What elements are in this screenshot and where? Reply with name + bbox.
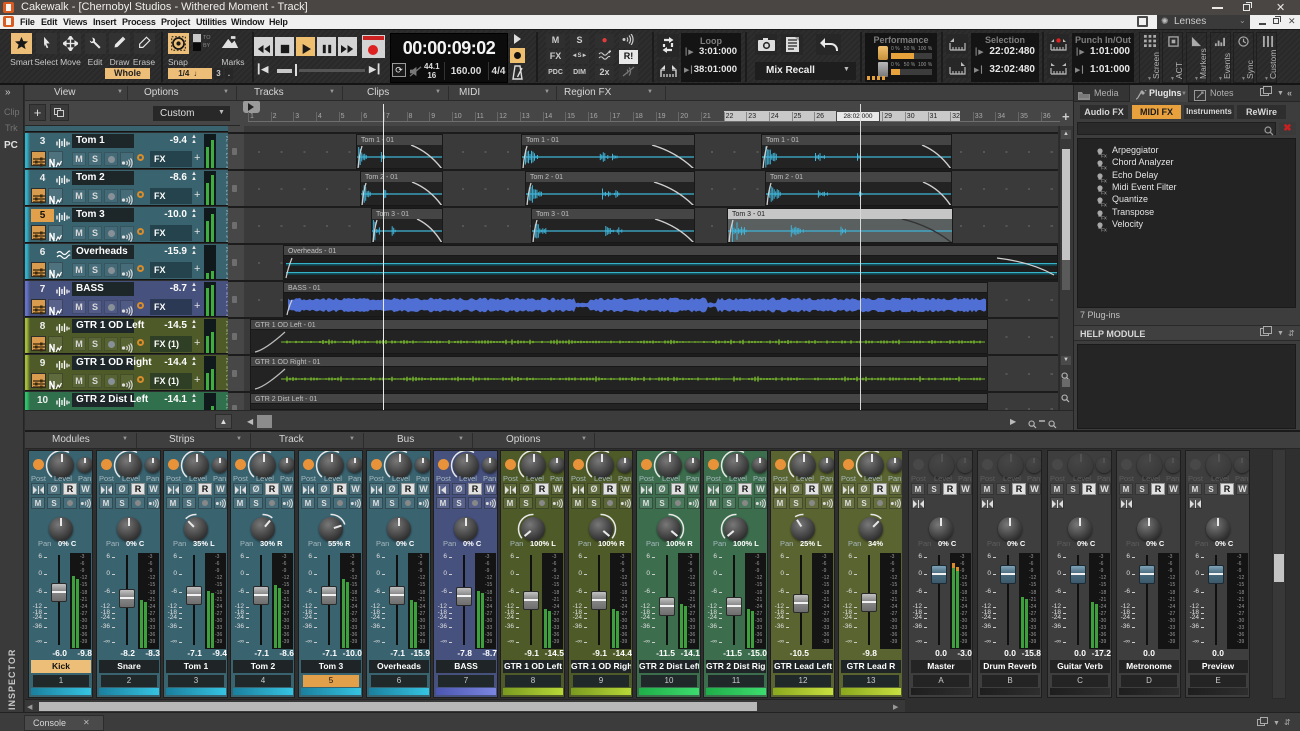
svg-text:FX: FX bbox=[1101, 228, 1107, 233]
